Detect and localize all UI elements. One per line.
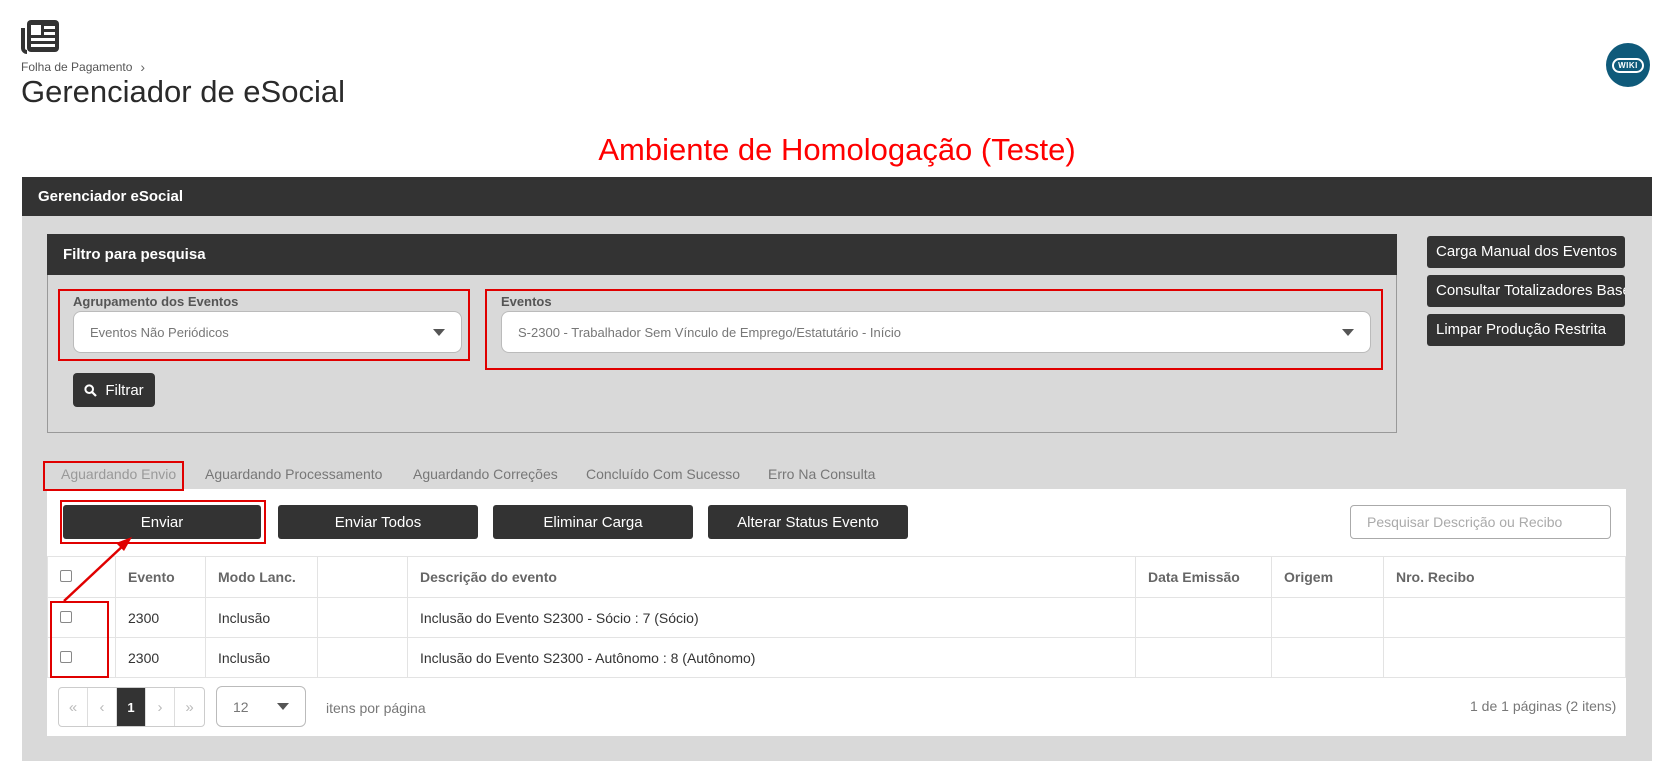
cell-origem xyxy=(1271,597,1384,638)
column-header[interactable]: Modo Lanc. xyxy=(205,556,318,598)
caret-down-icon xyxy=(277,703,289,710)
cell-origem xyxy=(1271,637,1384,678)
column-header[interactable]: Data Emissão xyxy=(1135,556,1272,598)
column-header[interactable]: Descrição do evento xyxy=(407,556,1136,598)
manual-load-button[interactable]: Carga Manual dos Eventos xyxy=(1427,236,1625,268)
cell-recibo xyxy=(1383,597,1626,638)
tab-erro-consulta[interactable]: Erro Na Consulta xyxy=(768,466,875,482)
per-page-select[interactable]: 12 xyxy=(216,686,306,727)
breadcrumb: Folha de Pagamento › xyxy=(21,59,145,75)
events-table: Evento Modo Lanc. Descrição do evento Da… xyxy=(47,556,1626,678)
table-row: 2300 Inclusão Inclusão do Evento S2300 -… xyxy=(47,597,1626,638)
send-all-button[interactable]: Enviar Todos xyxy=(278,505,478,539)
wiki-label: WIKI xyxy=(1612,57,1644,73)
cell-data xyxy=(1135,637,1272,678)
chevron-right-icon: › xyxy=(140,59,146,75)
search-icon xyxy=(84,383,98,397)
annotation-highlight-grouping xyxy=(58,289,470,361)
panel-title: Gerenciador eSocial xyxy=(22,177,1652,216)
column-header xyxy=(317,556,408,598)
filter-title: Filtro para pesquisa xyxy=(47,234,1397,275)
per-page-value: 12 xyxy=(233,698,249,715)
filter-button-label: Filtrar xyxy=(105,381,144,399)
cell-evento: 2300 xyxy=(115,637,206,678)
per-page-label: itens por página xyxy=(326,700,426,716)
change-status-button[interactable]: Alterar Status Evento xyxy=(708,505,908,539)
cell-extra xyxy=(317,597,408,638)
table-header-row: Evento Modo Lanc. Descrição do evento Da… xyxy=(47,556,1626,598)
tab-aguardando-processamento[interactable]: Aguardando Processamento xyxy=(205,466,382,482)
page-info: 1 de 1 páginas (2 itens) xyxy=(1470,698,1617,714)
next-page-button[interactable]: › xyxy=(146,688,175,726)
breadcrumb-link[interactable]: Folha de Pagamento xyxy=(21,60,132,74)
cell-recibo xyxy=(1383,637,1626,678)
annotation-highlight-events xyxy=(485,289,1383,370)
cell-descricao: Inclusão do Evento S2300 - Sócio : 7 (Só… xyxy=(407,597,1136,638)
column-header[interactable]: Nro. Recibo xyxy=(1383,556,1626,598)
filter-button[interactable]: Filtrar xyxy=(73,373,155,407)
annotation-arrow-icon xyxy=(63,537,132,602)
first-page-button[interactable]: « xyxy=(59,688,88,726)
cell-descricao: Inclusão do Evento S2300 - Autônomo : 8 … xyxy=(407,637,1136,678)
tab-concluido[interactable]: Concluído Com Sucesso xyxy=(586,466,740,482)
page-title: Gerenciador de eSocial xyxy=(21,74,345,109)
delete-load-button[interactable]: Eliminar Carga xyxy=(493,505,693,539)
totalizers-button[interactable]: Consultar Totalizadores Base xyxy=(1427,275,1625,307)
cell-extra xyxy=(317,637,408,678)
wiki-button[interactable]: WIKI xyxy=(1606,43,1650,87)
annotation-highlight-tab xyxy=(43,461,184,491)
cell-modo: Inclusão xyxy=(205,597,318,638)
tab-aguardando-correcoes[interactable]: Aguardando Correções xyxy=(413,466,558,482)
last-page-button[interactable]: » xyxy=(175,688,204,726)
table-row: 2300 Inclusão Inclusão do Evento S2300 -… xyxy=(47,637,1626,678)
prev-page-button[interactable]: ‹ xyxy=(88,688,117,726)
annotation-highlight-checkboxes xyxy=(50,601,109,678)
environment-banner: Ambiente de Homologação (Teste) xyxy=(598,132,1076,167)
search-input[interactable] xyxy=(1350,505,1611,539)
pagination: « ‹ 1 › » xyxy=(58,687,205,727)
cell-modo: Inclusão xyxy=(205,637,318,678)
cell-data xyxy=(1135,597,1272,638)
column-header[interactable]: Origem xyxy=(1271,556,1384,598)
clear-restricted-button[interactable]: Limpar Produção Restrita xyxy=(1427,314,1625,346)
newspaper-icon xyxy=(21,18,61,56)
current-page-button[interactable]: 1 xyxy=(117,688,146,726)
